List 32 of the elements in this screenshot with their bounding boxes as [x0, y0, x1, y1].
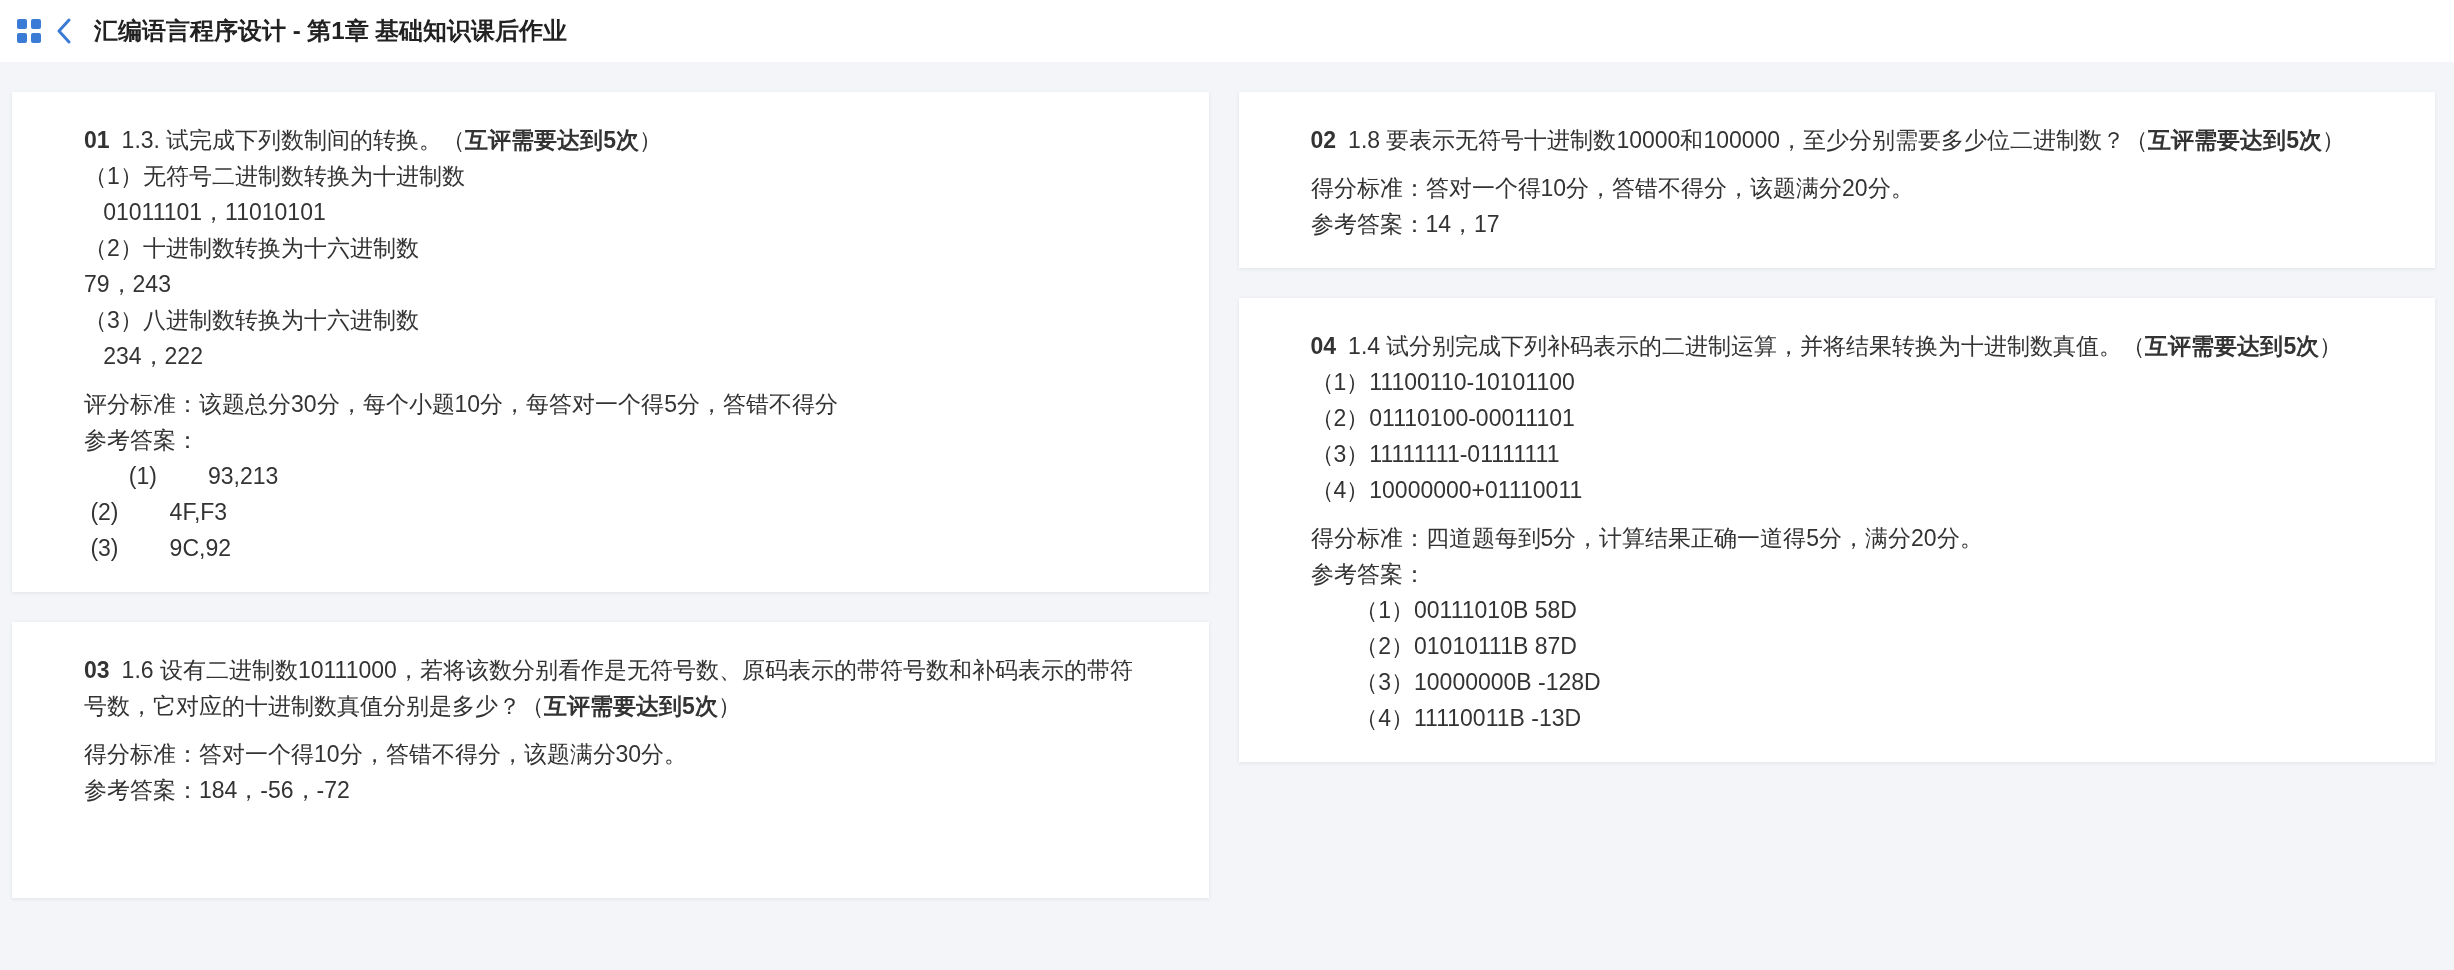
question-title: 03 1.6 设有二进制数10111000，若将该数分别看作是无符号数、原码表示的带符号数和补码表示的带符号数，它对应的十进制数真值分别是多少？（互评需要达到5次）: [84, 656, 1134, 721]
question-line: 79，243: [84, 270, 172, 299]
question-line: （1）11100110-10101100: [1310, 368, 1576, 397]
grid-icon[interactable]: [16, 18, 42, 44]
question-line: 01011101，11010101: [102, 198, 327, 227]
scoring-criteria: 得分标准：答对一个得10分，答错不得分，该题满分30分。: [84, 740, 689, 769]
back-icon[interactable]: [56, 18, 72, 44]
question-line: （2）01110100-00011101: [1310, 404, 1576, 433]
scoring-criteria: 得分标准：答对一个得10分，答错不得分，该题满分20分。: [1310, 174, 1915, 203]
answer-line: (2) 4F,F3: [89, 498, 229, 527]
answer-line: （2）01010111B 87D: [1354, 632, 1578, 661]
question-line: （1）无符号二进制数转换为十进制数: [84, 162, 466, 191]
answer-label: 参考答案：: [1310, 560, 1427, 589]
question-line: （4）10000000+01110011: [1310, 476, 1584, 505]
question-title: 02 1.8 要表示无符号十进制数10000和100000，至少分别需要多少位二进制数？（互评需要达到5次）: [1310, 126, 2346, 155]
answer-line: (3) 9C,92: [89, 534, 232, 563]
scoring-criteria: 得分标准：四道题每到5分，计算结果正确一道得5分，满分20分。: [1310, 524, 1984, 553]
answer-line: (1) 93,213: [127, 462, 280, 491]
answer-line: （3）10000000B -128D: [1354, 668, 1602, 697]
scoring-criteria: 评分标准：该题总分30分，每个小题10分，每答对一个得5分，答错不得分: [84, 390, 839, 419]
answer-label: 参考答案：14，17: [1310, 210, 1501, 239]
question-title: 04 1.4 试分别完成下列补码表示的二进制运算，并将结果转换为十进制数真值。（互评需要达到5次）: [1310, 332, 2344, 361]
answer-label: 参考答案：: [84, 426, 200, 455]
question-line: （3）11111111-01111111: [1310, 440, 1561, 469]
question-line: （3）八进制数转换为十六进制数: [84, 306, 420, 335]
answer-line: （4）11110011B -13D: [1354, 704, 1583, 733]
answer-line: （1）00111010B 58D: [1354, 596, 1578, 625]
question-line: （2）十进制数转换为十六进制数: [84, 234, 420, 263]
answer-label: 参考答案：184，-56，-72: [84, 776, 351, 805]
question-line: 234，222: [102, 342, 204, 371]
question-title: 01 1.3. 试完成下列数制间的转换。（互评需要达到5次）: [84, 126, 664, 155]
page-title: 汇编语言程序设计 - 第1章 基础知识课后作业: [94, 16, 568, 46]
